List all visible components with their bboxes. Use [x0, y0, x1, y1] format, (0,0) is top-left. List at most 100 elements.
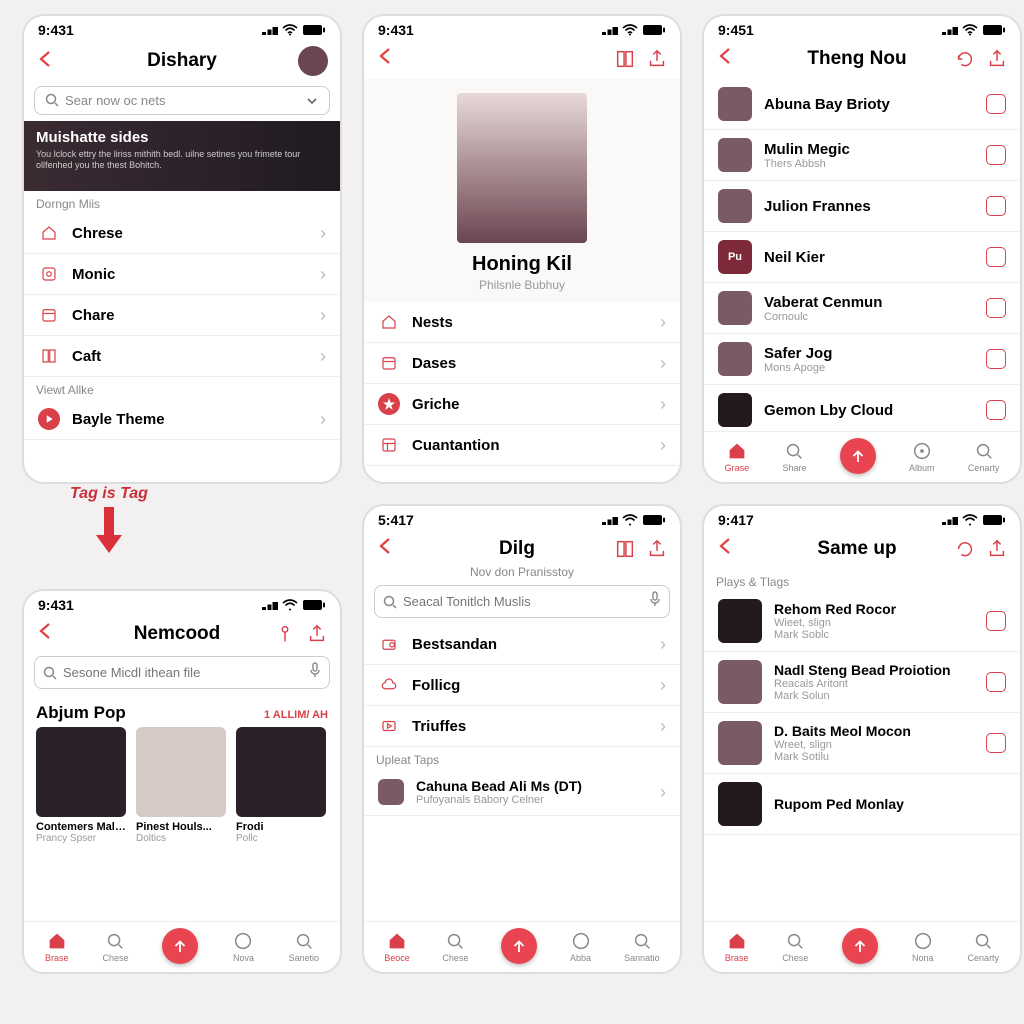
tab-cenarty[interactable]: Cenarty: [968, 440, 1000, 473]
category-row[interactable]: Chare›: [24, 295, 340, 336]
tab-sanetio[interactable]: Sanetio: [288, 930, 319, 963]
search-field[interactable]: [403, 594, 637, 609]
category-row[interactable]: Follicg›: [364, 665, 680, 706]
back-button[interactable]: [376, 46, 396, 71]
tab-grase[interactable]: Grase: [725, 440, 750, 473]
tab-chese[interactable]: Chese: [102, 930, 128, 963]
tab-chese[interactable]: Chese: [782, 930, 808, 963]
tab-brase[interactable]: Brase: [45, 930, 69, 963]
signal-icon: [262, 25, 278, 35]
section-label: Dorngn Miis: [24, 191, 340, 213]
battery-icon: [982, 514, 1006, 526]
search-icon: [293, 930, 315, 952]
artist-row[interactable]: Vaberat CenmunCornoulc: [704, 283, 1020, 334]
avatar[interactable]: [298, 46, 328, 76]
grid-toggle-icon[interactable]: [614, 48, 636, 70]
refresh-icon[interactable]: [954, 48, 976, 70]
profile-row[interactable]: Griche›: [364, 384, 680, 425]
artist-row[interactable]: Mulin MegicThers Abbsh: [704, 130, 1020, 181]
back-button[interactable]: [376, 536, 396, 561]
share-icon[interactable]: [646, 48, 668, 70]
fab-button[interactable]: [840, 438, 876, 474]
track-row[interactable]: Nadl Steng Bead ProiotionReacals Aritont…: [704, 652, 1020, 713]
back-button[interactable]: [36, 49, 56, 74]
nav-bar: Nemcood: [24, 615, 340, 654]
tab-nona[interactable]: Nona: [912, 930, 934, 963]
share-icon[interactable]: [646, 538, 668, 560]
checkbox[interactable]: [986, 247, 1006, 267]
back-button[interactable]: [716, 46, 736, 71]
mic-icon[interactable]: [649, 591, 661, 612]
search-input[interactable]: [374, 585, 670, 618]
category-row[interactable]: Caft›: [24, 336, 340, 377]
play-row[interactable]: Bayle Theme›: [24, 399, 340, 440]
artist-row[interactable]: Safer JogMons Apoge: [704, 334, 1020, 385]
checkbox[interactable]: [986, 349, 1006, 369]
checkbox[interactable]: [986, 611, 1006, 631]
filter-icon[interactable]: [274, 623, 296, 645]
category-row[interactable]: Bestsandan›: [364, 624, 680, 665]
share-icon[interactable]: [986, 48, 1008, 70]
profile-row[interactable]: Dases›: [364, 343, 680, 384]
artist-thumb: Pu: [718, 240, 752, 274]
profile-row[interactable]: Cuantantion›: [364, 425, 680, 466]
checkbox[interactable]: [986, 94, 1006, 114]
hero-banner[interactable]: Muishatte sides You lclock ettry the lir…: [24, 121, 340, 191]
artist-list[interactable]: Abuna Bay Brioty Mulin MegicThers Abbsh …: [704, 79, 1020, 431]
category-row[interactable]: Triuffes›: [364, 706, 680, 747]
album-card[interactable]: Pinest Houls...Doltics: [136, 727, 226, 844]
track-row[interactable]: D. Baits Meol MoconWreet, slignMark Soti…: [704, 713, 1020, 774]
refresh-icon[interactable]: [954, 538, 976, 560]
back-button[interactable]: [36, 621, 56, 646]
checkbox[interactable]: [986, 196, 1006, 216]
track-row[interactable]: Rehom Red RocorWieet, slignMark Soblc: [704, 591, 1020, 652]
search-dropdown[interactable]: Sear now oc nets: [34, 86, 330, 115]
share-icon[interactable]: [306, 623, 328, 645]
album-scroller[interactable]: Contemers Malit CreherPrancy Spser Pines…: [24, 727, 340, 844]
checkbox[interactable]: [986, 400, 1006, 420]
tab-nova[interactable]: Nova: [232, 930, 254, 963]
artist-row[interactable]: Julion Frannes: [704, 181, 1020, 232]
share-icon[interactable]: [986, 538, 1008, 560]
album-card[interactable]: Contemers Malit CreherPrancy Spser: [36, 727, 126, 844]
track-row[interactable]: Rupom Ped Monlay: [704, 774, 1020, 835]
grid-toggle-icon[interactable]: [614, 538, 636, 560]
tab-sannatio[interactable]: Sannatio: [624, 930, 660, 963]
fab-button[interactable]: [842, 928, 878, 964]
checkbox[interactable]: [986, 298, 1006, 318]
checkbox[interactable]: [986, 145, 1006, 165]
fab-button[interactable]: [162, 928, 198, 964]
search-icon: [383, 595, 397, 609]
artist-row[interactable]: Gemon Lby Cloud: [704, 385, 1020, 431]
profile-row[interactable]: Nests›: [364, 302, 680, 343]
track-row[interactable]: Cahuna Bead Ali Ms (DT)Pufoyanals Babory…: [364, 769, 680, 816]
tab-share[interactable]: Share: [782, 440, 806, 473]
category-row[interactable]: Chrese›: [24, 213, 340, 254]
track-list[interactable]: Rehom Red RocorWieet, slignMark Soblc Na…: [704, 591, 1020, 921]
tab-album[interactable]: Album: [909, 440, 935, 473]
radio-icon: [378, 633, 400, 655]
search-input[interactable]: [34, 656, 330, 689]
tab-cenarty[interactable]: Cenarty: [968, 930, 1000, 963]
album-card[interactable]: FrodiPollc: [236, 727, 326, 844]
tab-beoce[interactable]: Beoce: [384, 930, 410, 963]
search-field[interactable]: [63, 665, 297, 680]
signal-icon: [602, 25, 618, 35]
checkbox[interactable]: [986, 672, 1006, 692]
layout-icon: [38, 345, 60, 367]
category-row[interactable]: Monic›: [24, 254, 340, 295]
tab-abba[interactable]: Abba: [570, 930, 592, 963]
tab-brase[interactable]: Brase: [725, 930, 749, 963]
layout-icon: [378, 434, 400, 456]
disc-icon: [570, 930, 592, 952]
fab-button[interactable]: [501, 928, 537, 964]
artist-row[interactable]: PuNeil Kier: [704, 232, 1020, 283]
checkbox[interactable]: [986, 733, 1006, 753]
chevron-right-icon: ›: [660, 312, 666, 333]
tab-chese[interactable]: Chese: [442, 930, 468, 963]
back-button[interactable]: [716, 536, 736, 561]
search-icon: [973, 440, 995, 462]
page-title: Dilg: [420, 538, 614, 560]
mic-icon[interactable]: [309, 662, 321, 683]
artist-row[interactable]: Abuna Bay Brioty: [704, 79, 1020, 130]
